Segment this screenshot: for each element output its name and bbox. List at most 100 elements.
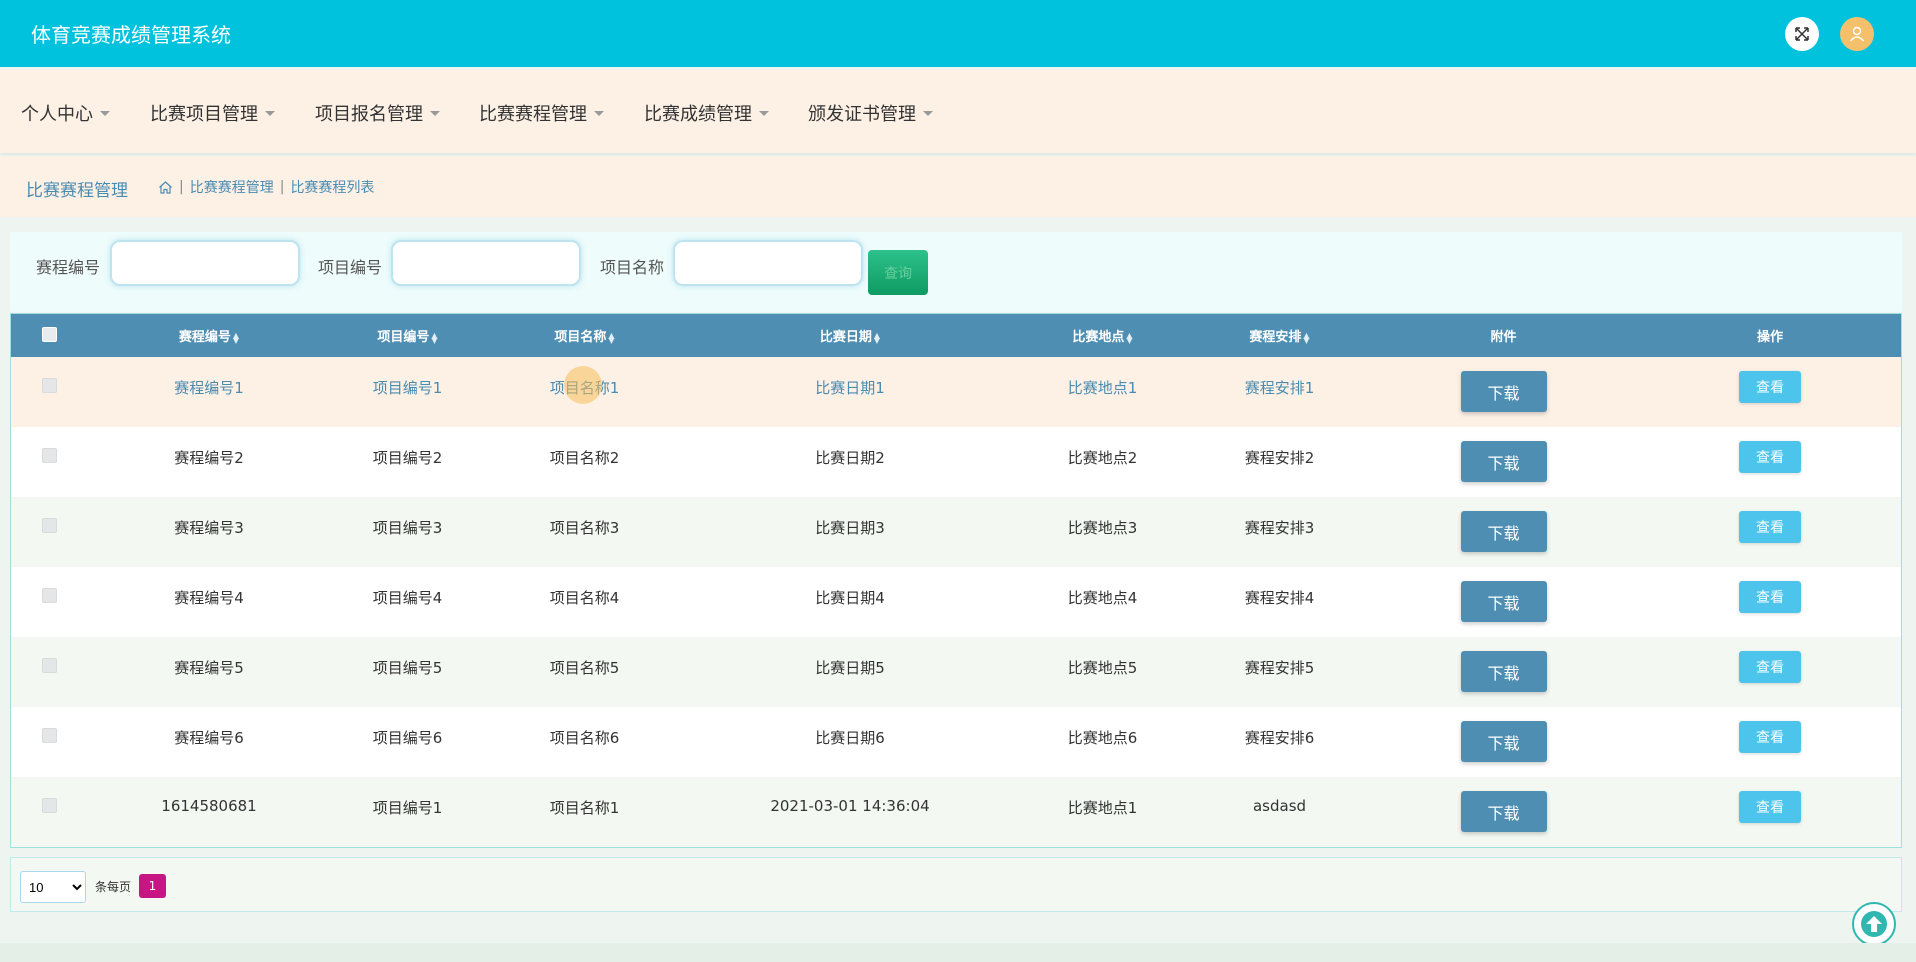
cell-project-no: 项目编号1 xyxy=(372,379,443,397)
cell-project-name: 项目名称3 xyxy=(549,519,620,537)
table-row[interactable]: 赛程编号6 项目编号6 项目名称6 比赛日期6 比赛地点6 赛程安排6 下载 查看 xyxy=(11,707,1901,777)
column-label: 项目名称 xyxy=(554,330,607,345)
cell-schedule-no: 赛程编号6 xyxy=(174,729,244,747)
attachment-cell: 下载 xyxy=(1370,637,1637,707)
cell-place: 比赛地点3 xyxy=(1067,519,1138,537)
table-row[interactable]: 赛程编号1 项目编号1 项目名称1 比赛日期1 比赛地点1 赛程安排1 下载 查看 xyxy=(11,357,1901,427)
scroll-to-top-button[interactable] xyxy=(1852,902,1896,946)
select-all-checkbox[interactable] xyxy=(42,326,57,342)
cell-place: 比赛地点6 xyxy=(1067,729,1138,747)
cell-place: 比赛地点2 xyxy=(1067,449,1138,467)
home-icon[interactable] xyxy=(158,180,173,195)
nav-label: 比赛项目管理 xyxy=(150,104,258,125)
nav-certificate-management[interactable]: 颁发证书管理 xyxy=(808,100,933,126)
download-button[interactable]: 下载 xyxy=(1460,581,1547,622)
nav-label: 颁发证书管理 xyxy=(808,104,916,125)
nav-registration-management[interactable]: 项目报名管理 xyxy=(315,100,440,126)
attachment-cell: 下载 xyxy=(1370,567,1637,637)
sort-icon: ▲ ▼ xyxy=(1126,330,1133,345)
sort-icon: ▲ ▼ xyxy=(873,330,881,345)
user-avatar-button[interactable] xyxy=(1840,17,1874,51)
row-checkbox[interactable] xyxy=(42,728,57,743)
column-header-actions: 操作 xyxy=(1756,330,1783,345)
table-row[interactable]: 赛程编号3 项目编号3 项目名称3 比赛日期3 比赛地点3 赛程安排3 下载 查看 xyxy=(11,497,1901,567)
cell-place: 比赛地点4 xyxy=(1067,589,1138,607)
row-checkbox[interactable] xyxy=(42,658,57,673)
download-button[interactable]: 下载 xyxy=(1460,511,1547,552)
row-checkbox[interactable] xyxy=(42,518,57,533)
top-header: 体育竞赛成绩管理系统 xyxy=(0,0,1916,67)
table-row[interactable]: 赛程编号4 项目编号4 项目名称4 比赛日期4 比赛地点4 赛程安排4 下载 查看 xyxy=(11,567,1901,637)
column-header-date[interactable]: 比赛日期 ▲ ▼ xyxy=(684,314,1016,357)
view-button[interactable]: 查看 xyxy=(1739,511,1801,543)
fullscreen-button[interactable] xyxy=(1785,17,1819,51)
breadcrumb-link-schedule[interactable]: 比赛赛程管理 xyxy=(190,177,274,197)
page-title: 比赛赛程管理 xyxy=(26,181,128,201)
row-checkbox[interactable] xyxy=(42,448,57,463)
breadcrumb-current: 比赛赛程列表 xyxy=(290,180,375,196)
view-button[interactable]: 查看 xyxy=(1739,371,1801,403)
cell-arrangement: 赛程安排6 xyxy=(1244,729,1315,747)
column-header-arrangement[interactable]: 赛程安排 ▲ ▼ xyxy=(1189,314,1370,357)
attachment-cell: 下载 xyxy=(1370,427,1637,497)
nav-score-management[interactable]: 比赛成绩管理 xyxy=(644,100,769,126)
cell-date: 比赛日期1 xyxy=(815,379,885,397)
cell-arrangement: 赛程安排3 xyxy=(1244,519,1315,537)
column-header-place[interactable]: 比赛地点 ▲ ▼ xyxy=(1016,314,1189,357)
view-button[interactable]: 查看 xyxy=(1739,791,1801,823)
search-bar: 赛程编号 项目编号 项目名称 查询 xyxy=(10,232,1902,312)
table-row[interactable]: 赛程编号5 项目编号5 项目名称5 比赛日期5 比赛地点5 赛程安排5 下载 查看 xyxy=(11,637,1901,707)
cell-project-name: 项目名称1 xyxy=(549,799,620,817)
row-select-cell xyxy=(11,497,88,567)
column-header-schedule-no[interactable]: 赛程编号 ▲ ▼ xyxy=(88,314,330,357)
actions-cell: 查看 xyxy=(1637,637,1901,707)
download-button[interactable]: 下载 xyxy=(1460,721,1547,762)
actions-cell: 查看 xyxy=(1637,567,1901,637)
per-page-label: 条每页 xyxy=(95,880,132,894)
cell-project-name: 项目名称6 xyxy=(549,729,620,747)
caret-down-icon xyxy=(265,110,275,116)
view-button[interactable]: 查看 xyxy=(1739,651,1801,683)
project-name-input[interactable] xyxy=(673,240,863,286)
view-button[interactable]: 查看 xyxy=(1739,721,1801,753)
column-label: 比赛地点 xyxy=(1072,330,1125,345)
caret-down-icon xyxy=(430,110,440,116)
search-button[interactable]: 查询 xyxy=(868,250,928,295)
column-header-project-name[interactable]: 项目名称 ▲ ▼ xyxy=(485,314,684,357)
project-no-input[interactable] xyxy=(391,240,581,286)
download-button[interactable]: 下载 xyxy=(1460,441,1547,482)
row-checkbox[interactable] xyxy=(42,798,57,813)
fullscreen-icon xyxy=(1795,27,1809,41)
download-button[interactable]: 下载 xyxy=(1460,651,1547,692)
cell-project-no: 项目编号3 xyxy=(372,519,443,537)
actions-cell: 查看 xyxy=(1637,357,1901,427)
column-header-project-no[interactable]: 项目编号 ▲ ▼ xyxy=(330,314,485,357)
column-label: 项目编号 xyxy=(377,330,430,345)
view-button[interactable]: 查看 xyxy=(1739,581,1801,613)
row-checkbox[interactable] xyxy=(42,588,57,603)
column-label: 比赛日期 xyxy=(819,330,872,345)
nav-schedule-management[interactable]: 比赛赛程管理 xyxy=(479,100,604,126)
nav-project-management[interactable]: 比赛项目管理 xyxy=(150,100,275,126)
sort-icon: ▲ ▼ xyxy=(608,330,615,345)
schedule-no-input[interactable] xyxy=(110,240,300,286)
download-button[interactable]: 下载 xyxy=(1460,371,1547,412)
table-row[interactable]: 赛程编号2 项目编号2 项目名称2 比赛日期2 比赛地点2 赛程安排2 下载 查看 xyxy=(11,427,1901,497)
row-select-cell xyxy=(11,777,88,847)
cell-arrangement: 赛程安排1 xyxy=(1244,379,1315,397)
nav-personal-center[interactable]: 个人中心 xyxy=(21,100,110,126)
app-title: 体育竞赛成绩管理系统 xyxy=(31,23,231,47)
view-button[interactable]: 查看 xyxy=(1739,441,1801,473)
table-row[interactable]: 1614580681 项目编号1 项目名称1 2021-03-01 14:36:04 比… xyxy=(11,777,1901,847)
nav-label: 个人中心 xyxy=(21,104,93,125)
row-checkbox[interactable] xyxy=(42,378,57,393)
page-number-button[interactable]: 1 xyxy=(139,874,166,898)
cell-schedule-no: 赛程编号5 xyxy=(174,659,244,677)
page-size-select[interactable]: 10 xyxy=(20,871,86,903)
attachment-cell: 下载 xyxy=(1370,777,1637,847)
row-select-cell xyxy=(11,637,88,707)
download-button[interactable]: 下载 xyxy=(1460,791,1547,832)
cell-schedule-no: 赛程编号3 xyxy=(174,519,244,537)
user-icon xyxy=(1849,26,1865,42)
cell-place: 比赛地点1 xyxy=(1067,379,1138,397)
